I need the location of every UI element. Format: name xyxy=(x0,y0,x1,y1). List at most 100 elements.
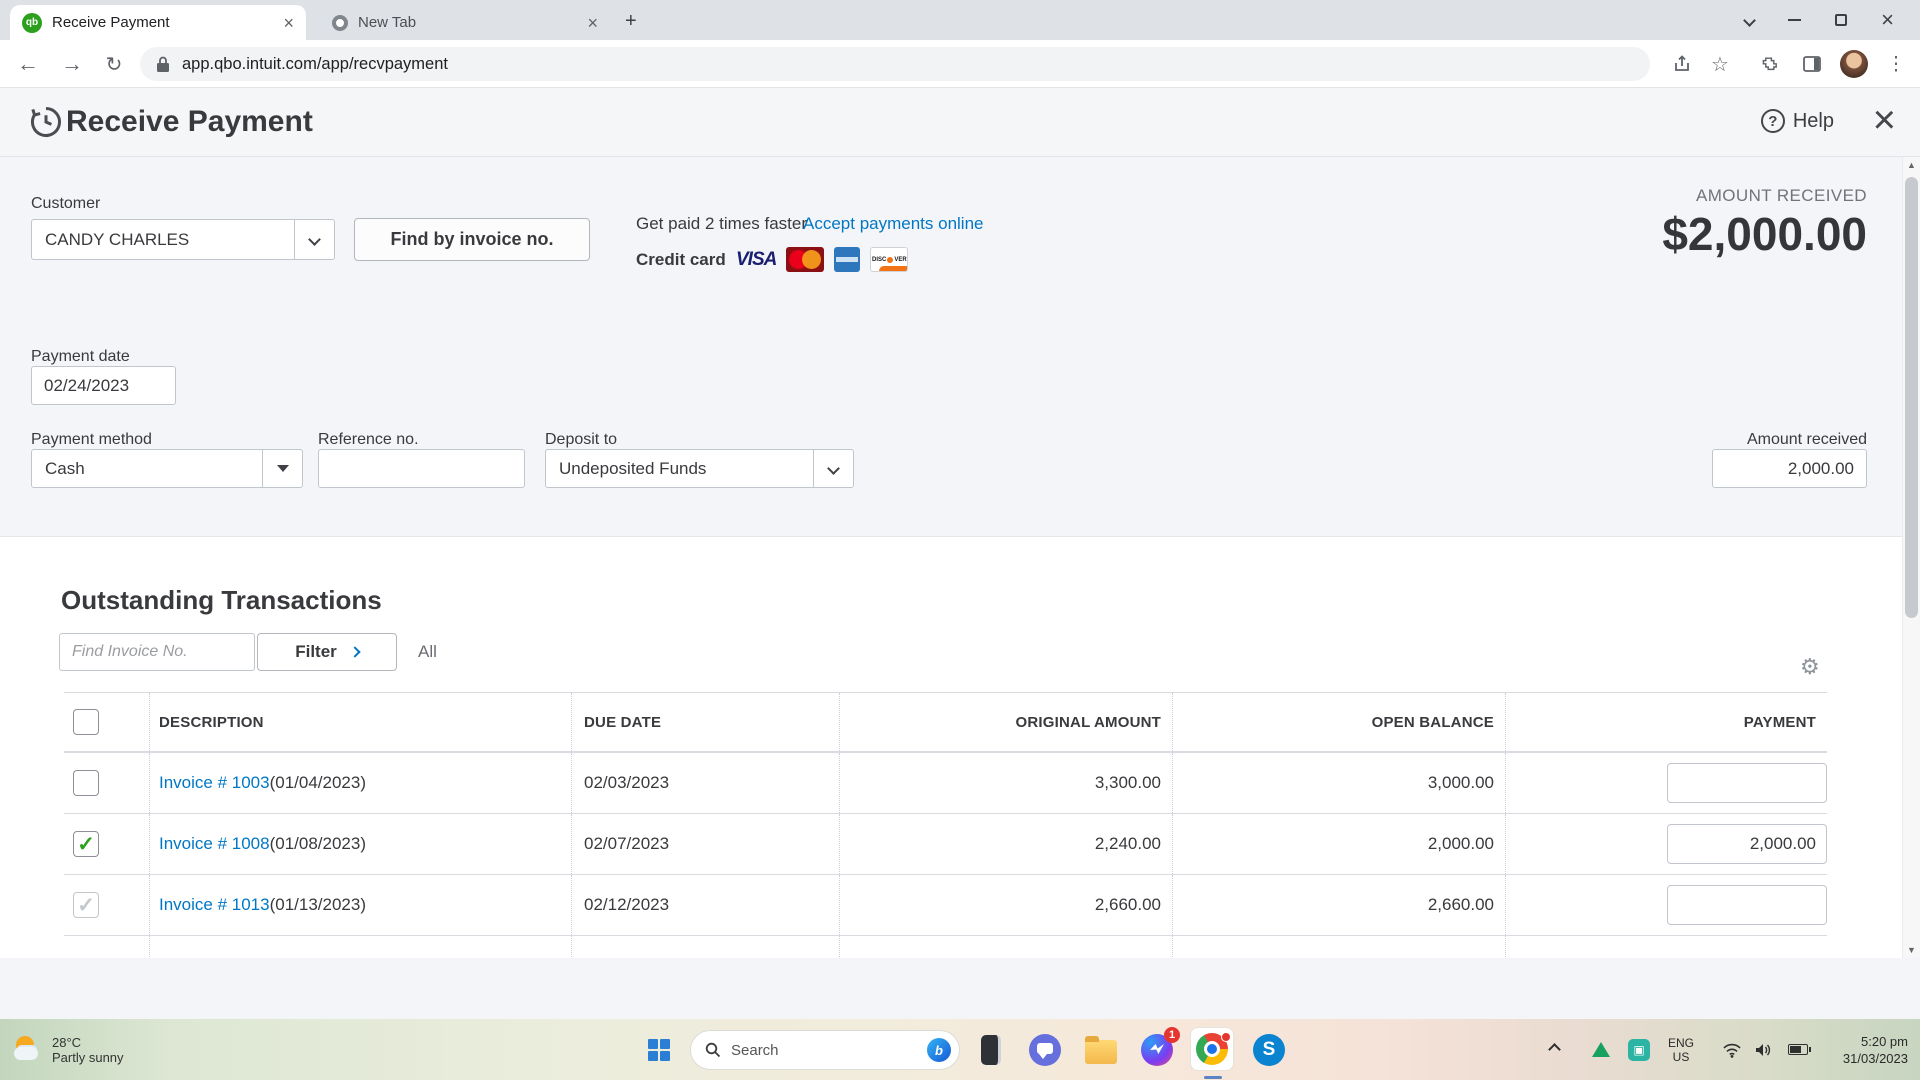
battery-icon[interactable] xyxy=(1788,1019,1808,1080)
invoice-link[interactable]: Invoice # 1008 xyxy=(159,834,270,854)
browser-toolbar: ← → ↻ app.qbo.intuit.com/app/recvpayment… xyxy=(0,40,1920,88)
chevron-down-icon xyxy=(308,233,321,246)
tray-icon-teal[interactable]: ▣ xyxy=(1628,1019,1650,1080)
invoice-link[interactable]: Invoice # 1013 xyxy=(159,895,270,915)
language-line2: US xyxy=(1673,1050,1690,1064)
quickbooks-favicon-icon: qb xyxy=(22,13,42,33)
tab-search-chevron-icon[interactable] xyxy=(1743,14,1756,27)
taskbar-clock[interactable]: 5:20 pm 31/03/2023 xyxy=(1843,1019,1908,1080)
reload-button[interactable]: ↻ xyxy=(100,40,128,88)
url-text: app.qbo.intuit.com/app/recvpayment xyxy=(182,55,448,74)
open-balance-cell: 2,660.00 xyxy=(1172,875,1505,935)
tab-new-tab[interactable]: New Tab × xyxy=(320,5,610,40)
filter-button[interactable]: Filter xyxy=(257,633,397,671)
payment-amount-input[interactable] xyxy=(1667,958,1827,959)
language-indicator[interactable]: ENG US xyxy=(1668,1019,1694,1080)
deposit-to-select[interactable]: Undeposited Funds xyxy=(545,449,854,488)
profile-avatar[interactable] xyxy=(1838,40,1870,88)
browser-menu-kebab-icon[interactable]: ⋮ xyxy=(1884,40,1908,88)
payment-method-dropdown-button[interactable] xyxy=(262,450,302,487)
weather-desc: Partly sunny xyxy=(52,1050,124,1065)
outstanding-transactions-title: Outstanding Transactions xyxy=(61,585,382,616)
chevron-right-icon xyxy=(349,646,360,657)
original-amount-cell: 2,660.00 xyxy=(839,875,1172,935)
bookmark-star-icon[interactable]: ☆ xyxy=(1706,40,1734,88)
invoice-date-suffix: (01/13/2023) xyxy=(270,895,366,915)
taskbar-app-file-explorer[interactable] xyxy=(1082,1031,1120,1069)
taskbar-app-messenger[interactable]: 1 xyxy=(1138,1031,1176,1069)
taskbar-app-chat[interactable] xyxy=(1026,1031,1064,1069)
page-scrollbar[interactable]: ▲ ▼ xyxy=(1902,157,1920,958)
weather-temp: 28°C xyxy=(52,1035,81,1050)
side-panel-icon[interactable] xyxy=(1798,40,1826,88)
scrollbar-thumb[interactable] xyxy=(1905,177,1918,618)
taskbar-app-skype[interactable]: S xyxy=(1250,1031,1288,1069)
volume-icon[interactable] xyxy=(1754,1019,1772,1080)
window-maximize-button[interactable] xyxy=(1835,14,1847,26)
row-checkbox-checked-disabled[interactable]: ✓ xyxy=(73,892,99,918)
mastercard-icon xyxy=(786,247,824,272)
amount-received-value: 2,000.00 xyxy=(1788,459,1854,479)
find-invoice-input[interactable] xyxy=(59,633,255,671)
window-minimize-button[interactable] xyxy=(1788,19,1801,21)
file-explorer-icon xyxy=(1085,1040,1117,1064)
customer-combobox[interactable]: CANDY CHARLES xyxy=(31,219,335,260)
row-checkbox[interactable] xyxy=(73,770,99,796)
start-button[interactable] xyxy=(648,1019,670,1080)
share-icon[interactable] xyxy=(1668,40,1696,88)
deposit-to-label: Deposit to xyxy=(545,431,617,449)
payment-amount-input[interactable] xyxy=(1667,824,1827,864)
payment-method-select[interactable]: Cash xyxy=(31,449,303,488)
find-invoice-text-field[interactable] xyxy=(72,643,242,661)
page-close-icon[interactable]: × xyxy=(1873,98,1896,143)
amount-received-field-label: Amount received xyxy=(1747,431,1867,449)
address-bar[interactable]: app.qbo.intuit.com/app/recvpayment xyxy=(140,47,1650,81)
deposit-to-dropdown-button[interactable] xyxy=(813,450,853,487)
window-close-button[interactable]: × xyxy=(1881,10,1894,30)
customer-dropdown-button[interactable] xyxy=(294,220,334,259)
find-by-invoice-button[interactable]: Find by invoice no. xyxy=(354,218,590,261)
reference-no-input[interactable] xyxy=(318,449,525,488)
table-row: Invoice # 1003 (01/04/2023) 02/03/2023 3… xyxy=(64,752,1827,813)
amount-received-input[interactable]: 2,000.00 xyxy=(1712,449,1867,488)
row-checkbox-checked[interactable]: ✓ xyxy=(73,831,99,857)
payment-date-label: Payment date xyxy=(31,348,130,366)
payment-amount-input[interactable] xyxy=(1667,763,1827,803)
weather-widget[interactable]: 28°C Partly sunny xyxy=(14,1019,124,1080)
tray-expand-button[interactable] xyxy=(1550,1019,1559,1080)
select-all-checkbox[interactable] xyxy=(73,709,99,735)
scrollbar-down-icon[interactable]: ▼ xyxy=(1903,942,1920,958)
invoice-date-suffix: (01/04/2023) xyxy=(270,773,366,793)
taskbar-app-chrome-active[interactable] xyxy=(1190,1027,1234,1071)
scrollbar-up-icon[interactable]: ▲ xyxy=(1903,157,1920,173)
extensions-icon[interactable] xyxy=(1756,40,1784,88)
table-row: ✓ Invoice # 1013 (01/13/2023) 02/12/2023… xyxy=(64,874,1827,935)
tab-title: New Tab xyxy=(358,14,577,31)
table-settings-gear-icon[interactable]: ⚙ xyxy=(1800,655,1820,680)
tab-close-icon[interactable]: × xyxy=(587,14,598,32)
chevron-down-icon xyxy=(827,462,840,475)
back-button[interactable]: ← xyxy=(14,40,42,88)
payment-date-input[interactable]: 02/24/2023 xyxy=(31,366,176,405)
help-button[interactable]: ? Help xyxy=(1761,109,1834,133)
tab-receive-payment[interactable]: qb Receive Payment × xyxy=(10,5,306,40)
windows-taskbar: 28°C Partly sunny Search b 1 xyxy=(0,1019,1920,1080)
accept-payments-online-link[interactable]: Accept payments online xyxy=(803,214,984,234)
new-tab-button[interactable]: + xyxy=(625,10,637,33)
tab-close-icon[interactable]: × xyxy=(283,14,294,32)
browser-tab-strip: qb Receive Payment × New Tab × + × xyxy=(0,0,1920,40)
invoice-link[interactable]: Invoice # 1003 xyxy=(159,773,270,793)
taskbar-app-phone-link[interactable] xyxy=(972,1031,1010,1069)
reference-no-label: Reference no. xyxy=(318,431,419,449)
taskbar-search-box[interactable]: Search b xyxy=(690,1030,960,1070)
payment-amount-input[interactable] xyxy=(1667,885,1827,925)
search-placeholder: Search xyxy=(731,1042,927,1059)
tray-icon-green[interactable] xyxy=(1592,1019,1610,1080)
credit-card-logos: VISA DISCVER xyxy=(736,247,908,272)
forward-button[interactable]: → xyxy=(58,40,86,88)
avatar xyxy=(1840,50,1868,78)
tab-title: Receive Payment xyxy=(52,14,273,31)
wifi-icon[interactable] xyxy=(1722,1019,1742,1080)
skype-icon: S xyxy=(1253,1034,1285,1066)
amount-received-summary-label: AMOUNT RECEIVED xyxy=(1696,186,1867,206)
